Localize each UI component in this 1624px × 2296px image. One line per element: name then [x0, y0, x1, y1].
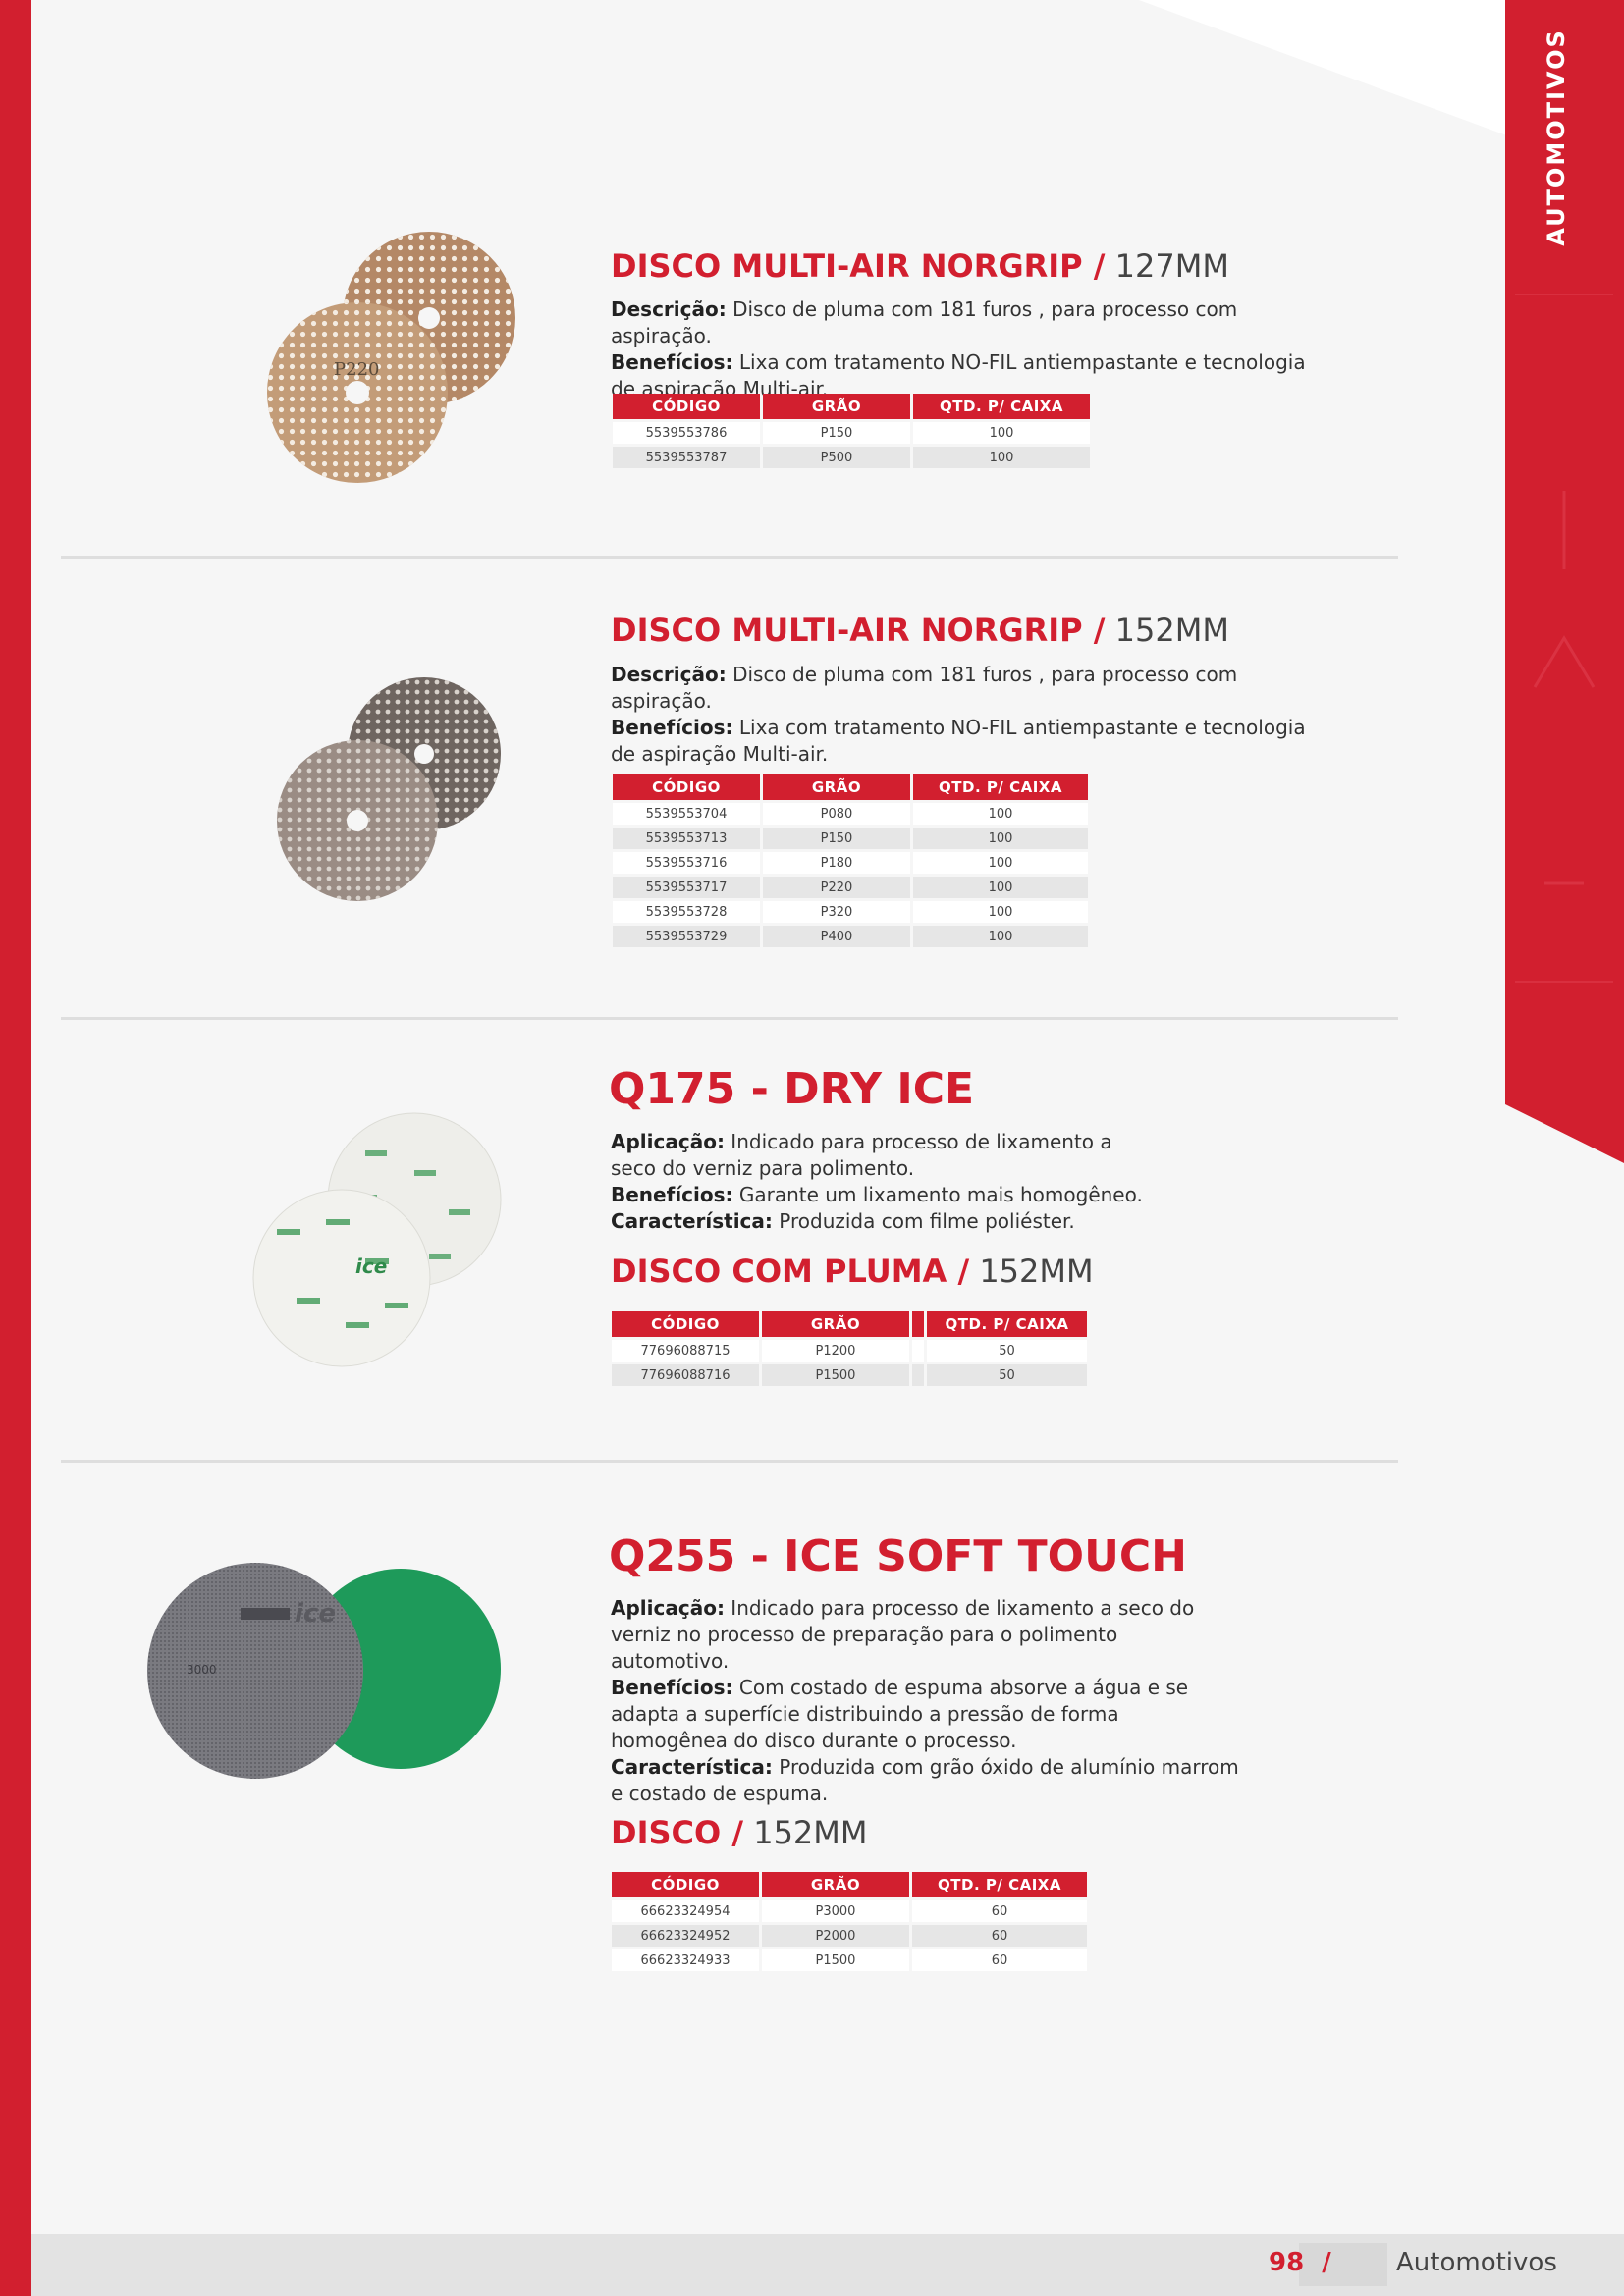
- product-2-desc-line: Descrição: Disco de pluma com 181 furos …: [611, 663, 1238, 713]
- product-1-description: Descrição: Disco de pluma com 181 furos …: [611, 296, 1327, 402]
- product-4-title-main: Q255 - ICE SOFT TOUCH: [609, 1531, 1187, 1581]
- top-decorative-shape: [1139, 0, 1512, 137]
- table-row: 77696088715 P1200 50: [612, 1340, 1087, 1362]
- product-3-disc-print: ice: [355, 1255, 387, 1278]
- section-divider: [61, 556, 1398, 559]
- table-header: CÓDIGO: [613, 394, 760, 419]
- table-row: 5539553729 P400 100: [613, 926, 1088, 947]
- table-row: 5539553786 P150 100: [613, 422, 1090, 444]
- table-header: QTD. P/ CAIXA: [913, 394, 1090, 419]
- product-4-disc-image: ice 3000: [147, 1563, 501, 1779]
- table-header: GRÃO: [762, 1872, 909, 1897]
- product-3-title-main: Q175 - DRY ICE: [609, 1064, 975, 1114]
- table-header: QTD. P/ CAIXA: [927, 1311, 1087, 1337]
- footer-section-name: Automotivos: [1396, 2248, 1557, 2277]
- product-3-subtitle-size: 152MM: [979, 1253, 1094, 1290]
- product-4-subtitle-size: 152MM: [753, 1814, 868, 1851]
- product-4-feature-line: Característica: Produzida com grão óxido…: [611, 1755, 1239, 1805]
- product-2-description: Descrição: Disco de pluma com 181 furos …: [611, 662, 1327, 768]
- product-2-title-size: 152MM: [1114, 612, 1229, 649]
- product-3-description: Aplicação: Indicado para processo de lix…: [611, 1129, 1161, 1235]
- svg-text:ice: ice: [295, 1599, 336, 1629]
- product-1-title-main: DISCO MULTI-AIR NORGRIP /: [611, 247, 1106, 285]
- product-3-benefit-line: Benefícios: Garante um lixamento mais ho…: [611, 1183, 1143, 1206]
- table-row: 77696088716 P1500 50: [612, 1364, 1087, 1386]
- product-1-spec-table: CÓDIGO GRÃO QTD. P/ CAIXA 5539553786 P150…: [610, 391, 1093, 471]
- product-4-subtitle-main: DISCO /: [611, 1814, 744, 1851]
- table-row: 5539553717 P220 100: [613, 877, 1088, 898]
- product-2-title-main: DISCO MULTI-AIR NORGRIP /: [611, 612, 1106, 649]
- table-row: 66623324952 P2000 60: [612, 1925, 1087, 1947]
- product-3-spec-table: CÓDIGO GRÃO QTD. P/ CAIXA 77696088715 P12…: [609, 1308, 1090, 1389]
- product-2-title: DISCO MULTI-AIR NORGRIP / 152MM: [611, 612, 1229, 649]
- product-4-benefit-line: Benefícios: Com costado de espuma absorv…: [611, 1676, 1189, 1752]
- product-2-spec-table: CÓDIGO GRÃO QTD. P/ CAIXA 5539553704 P080…: [610, 772, 1091, 950]
- table-header: [912, 1311, 924, 1337]
- product-4-spec-table: CÓDIGO GRÃO QTD. P/ CAIXA 66623324954 P30…: [609, 1869, 1090, 1974]
- product-1-disc-print: P220: [334, 359, 379, 380]
- product-4-disc-print: 3000: [187, 1663, 217, 1677]
- product-2-disc-image: [277, 677, 501, 901]
- section-divider: [61, 1460, 1398, 1463]
- section-divider: [61, 1017, 1398, 1020]
- product-4-subtitle: DISCO / 152MM: [611, 1814, 868, 1851]
- product-4-description: Aplicação: Indicado para processo de lix…: [611, 1595, 1239, 1807]
- table-header: GRÃO: [763, 774, 910, 800]
- table-header: GRÃO: [762, 1311, 909, 1337]
- table-header: QTD. P/ CAIXA: [913, 774, 1088, 800]
- product-1-title: DISCO MULTI-AIR NORGRIP / 127MM: [611, 247, 1229, 285]
- page-number: 98 /: [1269, 2248, 1331, 2277]
- product-1-disc-image: P220: [267, 232, 515, 483]
- product-4-application-line: Aplicação: Indicado para processo de lix…: [611, 1596, 1195, 1673]
- product-3-disc-image: ice: [252, 1112, 502, 1367]
- product-2-benefit-line: Benefícios: Lixa com tratamento NO-FIL a…: [611, 716, 1306, 766]
- table-row: 5539553704 P080 100: [613, 803, 1088, 825]
- product-3-feature-line: Característica: Produzida com filme poli…: [611, 1209, 1075, 1233]
- product-1-desc-line: Descrição: Disco de pluma com 181 furos …: [611, 297, 1238, 347]
- table-row: 5539553713 P150 100: [613, 828, 1088, 849]
- table-header: QTD. P/ CAIXA: [912, 1872, 1087, 1897]
- table-header: CÓDIGO: [612, 1311, 759, 1337]
- product-4-title: Q255 - ICE SOFT TOUCH: [609, 1531, 1187, 1581]
- product-3-subtitle-main: DISCO COM PLUMA /: [611, 1253, 970, 1290]
- table-header: CÓDIGO: [612, 1872, 759, 1897]
- side-category-label: AUTOMOTIVOS: [1543, 28, 1570, 246]
- product-1-title-size: 127MM: [1114, 247, 1229, 285]
- left-accent-bar: [0, 0, 31, 2296]
- table-row: 5539553728 P320 100: [613, 901, 1088, 923]
- table-row: 5539553787 P500 100: [613, 447, 1090, 468]
- table-row: 66623324954 P3000 60: [612, 1900, 1087, 1922]
- product-3-application-line: Aplicação: Indicado para processo de lix…: [611, 1130, 1112, 1180]
- table-row: 66623324933 P1500 60: [612, 1949, 1087, 1971]
- table-header: GRÃO: [763, 394, 910, 419]
- product-3-subtitle: DISCO COM PLUMA / 152MM: [611, 1253, 1094, 1290]
- product-3-title: Q175 - DRY ICE: [609, 1064, 974, 1114]
- table-row: 5539553716 P180 100: [613, 852, 1088, 874]
- table-header: CÓDIGO: [613, 774, 760, 800]
